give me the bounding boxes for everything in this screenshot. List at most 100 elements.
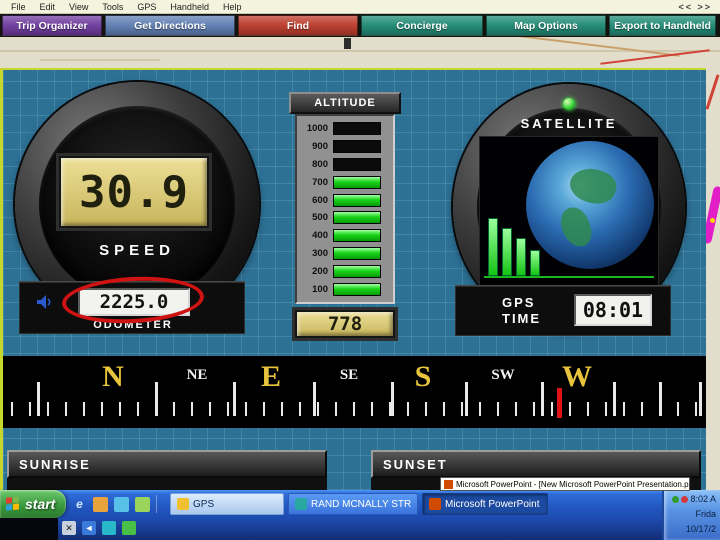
mail-icon[interactable] (135, 496, 150, 512)
compass-tick (613, 382, 616, 416)
compass-tick (233, 382, 236, 416)
altitude-bar (333, 157, 381, 171)
altitude-row: 700 (300, 175, 390, 190)
internet-explorer-icon[interactable]: e (72, 497, 87, 512)
altitude-tick-label: 500 (312, 212, 328, 224)
quick-launch-divider (156, 495, 157, 513)
compass-tick (209, 402, 211, 416)
toolbar-map-options[interactable]: Map Options (486, 15, 606, 36)
start-button[interactable]: start (0, 490, 66, 518)
altitude-tick-label: 100 (312, 284, 328, 296)
speaker-icon[interactable]: ◄ (82, 521, 96, 535)
task-button-label: Microsoft PowerPoint ... (445, 498, 541, 510)
compass-tick (425, 402, 427, 416)
altitude-bar (333, 283, 381, 297)
compass-point-e: E (260, 360, 282, 393)
speed-label: SPEED (99, 242, 175, 259)
toolbar-find[interactable]: Find (238, 15, 358, 36)
satellite-status-led (563, 98, 575, 110)
altitude-row: 100 (300, 282, 390, 297)
windows-flag-icon (6, 495, 21, 513)
compass-strip: N NE E SE S SW W (3, 356, 706, 428)
compass-tick (515, 402, 517, 416)
compass-tick (263, 402, 265, 416)
media-player-icon[interactable] (114, 496, 129, 512)
toolbar-concierge[interactable]: Concierge (361, 15, 483, 36)
altitude-row: 400 (300, 228, 390, 243)
menu-handheld[interactable]: Handheld (163, 2, 216, 12)
toolbar-export-to-handheld[interactable]: Export to Handheld (609, 15, 716, 36)
altitude-row: 800 (300, 157, 390, 172)
menu-file[interactable]: File (4, 2, 33, 12)
speaker-icon[interactable] (36, 293, 54, 311)
compass-tick (443, 402, 445, 416)
toolbar-get-directions[interactable]: Get Directions (105, 15, 235, 36)
altitude-value: 778 (295, 310, 395, 338)
altitude-bar (333, 229, 381, 243)
network-icon[interactable] (102, 521, 116, 535)
altitude-bar (333, 139, 381, 153)
compass-tick (479, 402, 481, 416)
satellite-signal-bar (488, 218, 498, 276)
map-edge-sliver[interactable] (706, 68, 720, 490)
windows-taskbar: start e GPS RAND MCNALLY STRE... Microsoft… (0, 490, 720, 540)
menu-scroll-arrows[interactable]: << >> (678, 2, 720, 12)
task-app-icon (295, 498, 307, 510)
map-preview-strip[interactable] (0, 37, 720, 68)
gps-dashboard: 30.9 SPEED 2225.0 ODOMETER ALTITUDE 1000… (0, 68, 706, 492)
altitude-row: 300 (300, 246, 390, 261)
toolbar-trip-organizer[interactable]: Trip Organizer (2, 15, 102, 36)
menu-tools[interactable]: Tools (95, 2, 130, 12)
map-road-line (0, 50, 720, 52)
map-route-highlight (706, 185, 720, 245)
sync-icon[interactable] (122, 521, 136, 535)
compass-tick (83, 402, 85, 416)
task-button-gps[interactable]: GPS (170, 493, 284, 515)
compass-tick (299, 402, 301, 416)
compass-tick (677, 402, 679, 416)
compass-tick (101, 402, 103, 416)
menu-help[interactable]: Help (216, 2, 249, 12)
altitude-tick-label: 800 (312, 158, 328, 170)
system-tray[interactable]: 8:02 A Frida 10/17/2 (662, 490, 720, 540)
tray-status-icon[interactable] (681, 496, 689, 503)
altitude-row: 600 (300, 193, 390, 208)
altitude-bar (333, 247, 381, 261)
compass-point-sw: SW (491, 367, 515, 383)
task-button-microsoft-powerpoint[interactable]: Microsoft PowerPoint ... (422, 493, 548, 515)
gps-time-panel: GPS TIME 08:01 (455, 286, 671, 336)
signal-baseline (484, 276, 654, 278)
gps-label-line1: GPS (502, 295, 536, 310)
compass-tick (65, 402, 67, 416)
compass-tick (659, 382, 662, 416)
task-app-icon (177, 498, 189, 510)
altitude-bar (333, 211, 381, 225)
compass-tick (407, 402, 409, 416)
compass-tick (173, 402, 175, 416)
compass-tick (155, 382, 158, 416)
altitude-tick-label: 600 (312, 194, 328, 206)
folder-icon[interactable] (93, 496, 108, 512)
odometer-panel: 2225.0 ODOMETER (19, 273, 245, 334)
map-route-line (706, 74, 720, 110)
tray-status-icon[interactable] (672, 496, 680, 503)
altitude-row: 200 (300, 264, 390, 279)
menu-gps[interactable]: GPS (130, 2, 163, 12)
compass-tick (227, 402, 229, 416)
compass-tick (11, 402, 13, 416)
task-button-rand-mcnally-stre[interactable]: RAND MCNALLY STRE... (288, 493, 418, 515)
compass-tick (699, 382, 702, 416)
close-icon[interactable]: ✕ (62, 521, 76, 535)
compass-tick (47, 402, 49, 416)
taskbar-tasks: GPS RAND MCNALLY STRE... Microsoft PowerPo… (170, 493, 548, 515)
altitude-row: 500 (300, 210, 390, 225)
compass-point-se: SE (339, 367, 359, 383)
tray-clock-day: Frida (695, 509, 716, 519)
powerpoint-icon (444, 479, 453, 489)
altitude-bar (333, 193, 381, 207)
menu-edit[interactable]: Edit (33, 2, 63, 12)
tooltip-text: Microsoft PowerPoint - [New Microsoft Po… (456, 479, 690, 489)
menu-bar: File Edit View Tools GPS Handheld Help << >> (0, 0, 720, 14)
compass-tick (695, 402, 697, 416)
menu-view[interactable]: View (62, 2, 95, 12)
